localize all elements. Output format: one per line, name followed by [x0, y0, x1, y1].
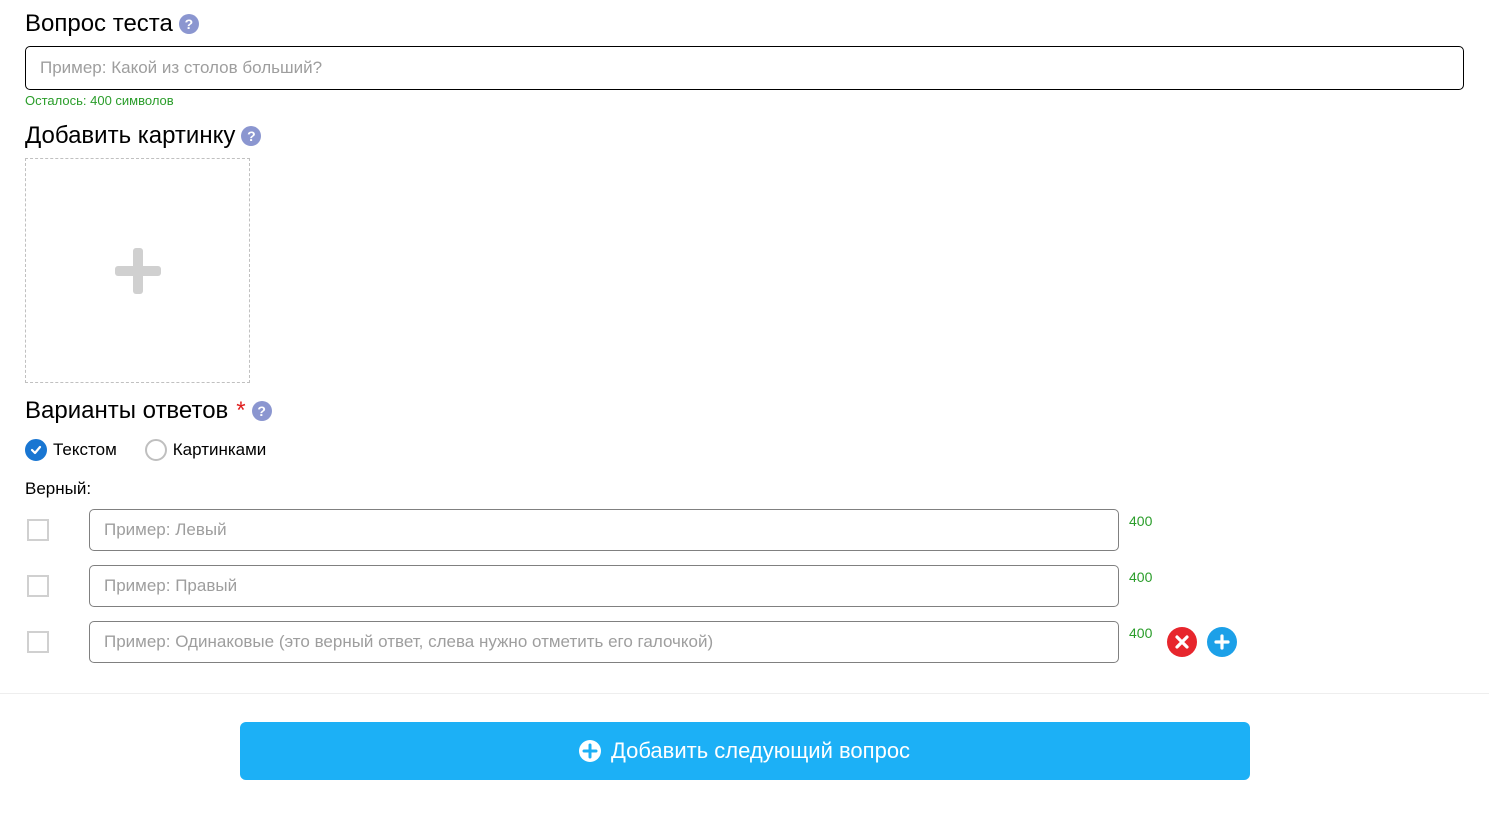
required-star: *	[236, 397, 245, 425]
question-section: Вопрос теста ? Осталось: 400 символов	[25, 10, 1464, 108]
help-icon[interactable]: ?	[252, 401, 272, 421]
answers-heading: Варианты ответов * ?	[25, 397, 1464, 425]
image-heading-text: Добавить картинку	[25, 122, 235, 150]
radio-images-label: Картинками	[173, 440, 267, 460]
answers-section: Варианты ответов * ? Текстом Картинками …	[25, 397, 1464, 663]
add-answer-button[interactable]	[1207, 627, 1237, 657]
image-heading: Добавить картинку ?	[25, 122, 1464, 150]
plus-icon	[111, 244, 165, 298]
answer-char-counter: 400	[1129, 569, 1157, 585]
answer-char-counter: 400	[1129, 625, 1157, 641]
image-dropzone[interactable]	[25, 158, 250, 383]
correct-checkbox[interactable]	[27, 575, 49, 597]
radio-text-mode[interactable]: Текстом	[25, 439, 117, 461]
answer-row: 400	[25, 509, 1464, 551]
remove-answer-button[interactable]	[1167, 627, 1197, 657]
correct-label: Верный:	[25, 479, 1464, 499]
help-icon[interactable]: ?	[241, 126, 261, 146]
help-icon[interactable]: ?	[179, 14, 199, 34]
answer-row: 400	[25, 621, 1464, 663]
image-section: Добавить картинку ?	[25, 122, 1464, 383]
answers-heading-text: Варианты ответов	[25, 397, 228, 425]
plus-circle-icon	[579, 740, 601, 762]
question-input[interactable]	[25, 46, 1464, 90]
question-heading: Вопрос теста ?	[25, 10, 1464, 38]
answer-row: 400	[25, 565, 1464, 607]
answer-input[interactable]	[89, 621, 1119, 663]
answer-input[interactable]	[89, 565, 1119, 607]
divider	[0, 693, 1489, 694]
answer-input[interactable]	[89, 509, 1119, 551]
check-icon	[30, 444, 42, 456]
add-button-label: Добавить следующий вопрос	[611, 738, 910, 764]
radio-text-label: Текстом	[53, 440, 117, 460]
correct-checkbox[interactable]	[27, 519, 49, 541]
add-next-question-button[interactable]: Добавить следующий вопрос	[240, 722, 1250, 780]
radio-images-mode[interactable]: Картинками	[145, 439, 267, 461]
answer-char-counter: 400	[1129, 513, 1157, 529]
close-icon	[1174, 634, 1190, 650]
radio-circle	[145, 439, 167, 461]
answer-mode-radios: Текстом Картинками	[25, 439, 1464, 461]
radio-circle-selected	[25, 439, 47, 461]
correct-checkbox[interactable]	[27, 631, 49, 653]
question-heading-text: Вопрос теста	[25, 10, 173, 38]
plus-icon	[1214, 634, 1230, 650]
question-char-counter: Осталось: 400 символов	[25, 93, 1464, 108]
